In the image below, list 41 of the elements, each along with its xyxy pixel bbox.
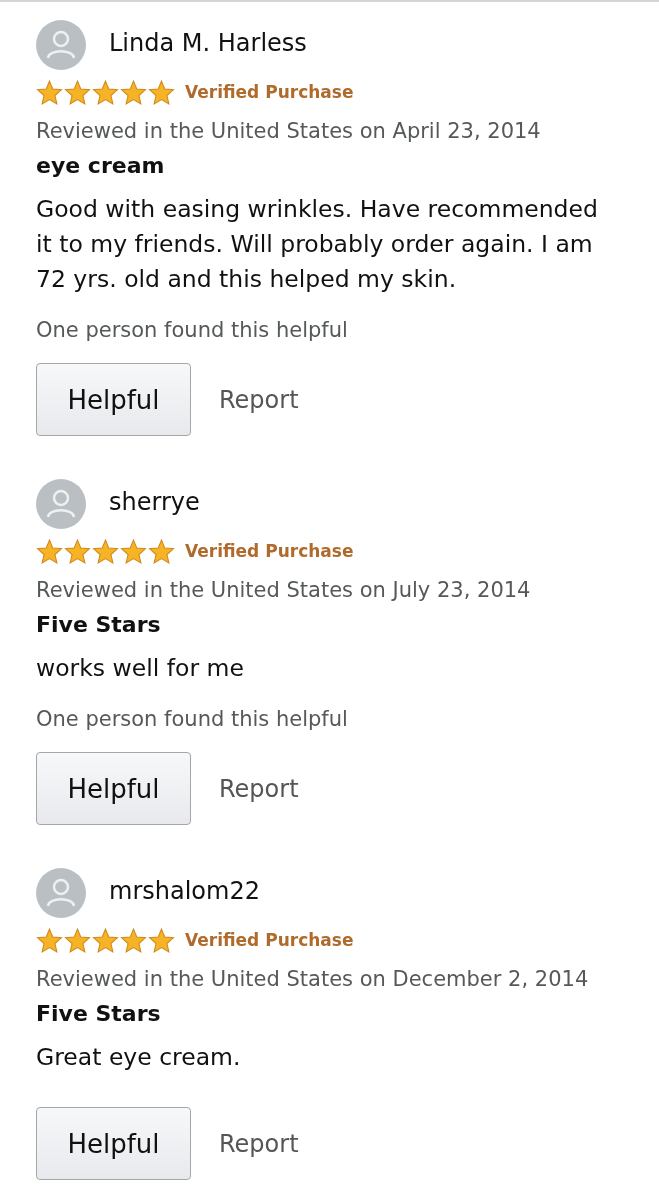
helpful-count: One person found this helpful — [36, 706, 349, 733]
helpful-button[interactable]: Helpful — [36, 1107, 191, 1180]
review-date: Reviewed in the United States on April 23, 2014 — [36, 118, 542, 145]
star-icon — [36, 79, 63, 105]
review-title: eye cream — [36, 152, 166, 180]
star-icon — [92, 79, 119, 105]
star-icon — [36, 538, 63, 564]
star-icon — [120, 79, 147, 105]
review-title: Five Stars — [36, 611, 162, 639]
verified-purchase-label: Verified Purchase — [185, 82, 354, 102]
avatar-icon — [36, 868, 86, 918]
reviewer-name[interactable]: Linda M. Harless — [109, 28, 307, 57]
reviewer-name[interactable]: sherrye — [109, 487, 200, 516]
star-icon — [36, 927, 63, 953]
avatar-icon — [36, 479, 86, 529]
report-link[interactable]: Report — [219, 385, 299, 414]
star-icon — [120, 538, 147, 564]
reviewer-name[interactable]: mrshalom22 — [109, 876, 260, 905]
review-title: Five Stars — [36, 1000, 162, 1028]
star-icon — [92, 538, 119, 564]
review-body: works well for me — [36, 653, 245, 684]
star-icon — [148, 538, 175, 564]
review-body: Great eye cream. — [36, 1042, 242, 1073]
helpful-count: One person found this helpful — [36, 317, 349, 344]
review-date: Reviewed in the United States on December 2, 2014 — [36, 966, 590, 993]
helpful-button[interactable]: Helpful — [36, 363, 191, 436]
star-icon — [92, 927, 119, 953]
star-icon — [64, 538, 91, 564]
verified-purchase-label: Verified Purchase — [185, 930, 354, 950]
review-date: Reviewed in the United States on July 23, 2014 — [36, 577, 532, 604]
review-body: Good with easing wrinkles. Have recommended it to my friends. Will probably order again. I am 72 yrs. old and this helped my skin. — [36, 194, 599, 295]
star-icon — [148, 927, 175, 953]
star-icon — [120, 927, 147, 953]
star-icon — [148, 79, 175, 105]
avatar-icon — [36, 20, 86, 70]
helpful-button[interactable]: Helpful — [36, 752, 191, 825]
star-icon — [64, 79, 91, 105]
verified-purchase-label: Verified Purchase — [185, 541, 354, 561]
report-link[interactable]: Report — [219, 1129, 299, 1158]
star-icon — [64, 927, 91, 953]
report-link[interactable]: Report — [219, 774, 299, 803]
